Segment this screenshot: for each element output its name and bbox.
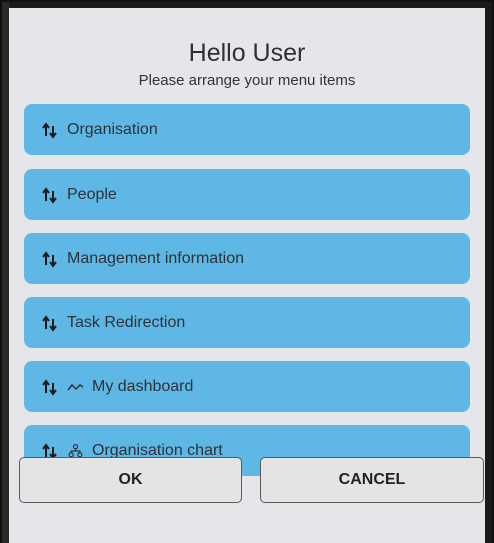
menu-item-label: Organisation [67,120,158,138]
menu-item-people[interactable]: People [24,169,470,220]
trend-line-icon [67,383,84,390]
reorder-arrows-icon[interactable] [41,121,59,139]
background-edge [2,2,9,543]
dialog-title: Hello User [188,39,306,67]
menu-item-management-information[interactable]: Management information [24,233,470,284]
menu-item-organisation[interactable]: Organisation [24,104,470,155]
reorder-arrows-icon[interactable] [41,186,59,204]
menu-item-my-dashboard[interactable]: My dashboard [24,361,470,412]
arrange-menu-dialog: Hello User Please arrange your menu item… [9,8,485,543]
cancel-button[interactable]: CANCEL [260,457,484,503]
dialog-subtitle: Please arrange your menu items [138,72,356,89]
menu-item-label: Task Redirection [67,313,186,331]
menu-item-label: Management information [67,249,244,267]
ok-button[interactable]: OK [19,457,242,503]
menu-item-label: My dashboard [92,377,194,395]
menu-item-label: People [67,185,117,203]
menu-item-task-redirection[interactable]: Task Redirection [24,297,470,348]
org-chart-icon [68,443,83,457]
reorder-arrows-icon[interactable] [41,250,59,268]
reorder-arrows-icon[interactable] [41,378,59,396]
reorder-arrows-icon[interactable] [41,314,59,332]
